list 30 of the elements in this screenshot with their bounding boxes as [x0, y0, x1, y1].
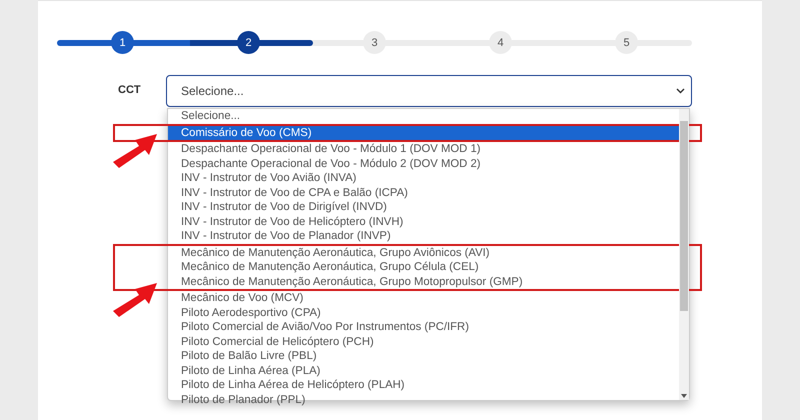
scrollbar[interactable] [679, 109, 689, 400]
dropdown-option[interactable]: INV - Instrutor de Voo de CPA e Balão (ICPA) [168, 186, 679, 200]
dropdown-option[interactable]: INV - Instrutor de Voo de Helicóptero (INVH) [168, 214, 679, 229]
scroll-down-icon[interactable] [681, 394, 687, 398]
step-circle: 2 [237, 31, 260, 54]
step-circle: 4 [489, 31, 512, 54]
cct-select[interactable]: Selecione... [166, 75, 692, 107]
step-circle: 3 [363, 31, 386, 54]
dropdown-option[interactable]: Piloto de Linha Aérea de Helicóptero (PLAH) [168, 378, 679, 392]
dropdown-option[interactable]: Despachante Operacional de Voo - Módulo 1 (DOV MOD 1) [168, 142, 679, 156]
dropdown-option[interactable]: Comissário de Voo (CMS) [168, 126, 679, 140]
field-label: CCT [118, 84, 142, 96]
dropdown-option[interactable]: INV - Instrutor de Voo Avião (INVA) [168, 171, 679, 186]
dropdown-option[interactable]: Mecânico de Manutenção Aeronáutica, Grupo Aviônicos (AVI) [168, 246, 679, 260]
dropdown-option[interactable]: Mecânico de Manutenção Aeronáutica, Grupo Motopropulsor (GMP) [168, 274, 679, 289]
dropdown-option[interactable]: Piloto de Planador (PPL) [168, 392, 679, 407]
step-circle: 5 [615, 31, 638, 54]
dropdown-option[interactable]: Piloto de Linha Aérea (PLA) [168, 364, 679, 378]
dropdown-option[interactable]: INV - Instrutor de Voo de Dirigível (INVD) [168, 200, 679, 214]
dropdown-option[interactable]: Piloto Aerodesportivo (CPA) [168, 306, 679, 320]
dropdown-option[interactable]: Mecânico de Voo (MCV) [168, 291, 679, 306]
chevron-down-icon [676, 88, 685, 94]
dropdown-option[interactable]: INV - Instrutor de Voo de Planador (INVP) [168, 229, 679, 244]
step-circle: 1 [111, 31, 134, 54]
dropdown-option[interactable]: Piloto de Balão Livre (PBL) [168, 349, 679, 364]
dropdown-option[interactable]: Selecione... [168, 109, 679, 124]
dropdown-option[interactable]: Piloto Comercial de Avião/Voo Por Instrumentos (PC/IFR) [168, 320, 679, 334]
dropdown-option[interactable]: Mecânico de Manutenção Aeronáutica, Grupo Célula (CEL) [168, 260, 679, 274]
dropdown-option[interactable]: Piloto Comercial de Helicóptero (PCH) [168, 334, 679, 349]
dropdown-option[interactable]: Despachante Operacional de Voo - Módulo 2 (DOV MOD 2) [168, 156, 679, 171]
